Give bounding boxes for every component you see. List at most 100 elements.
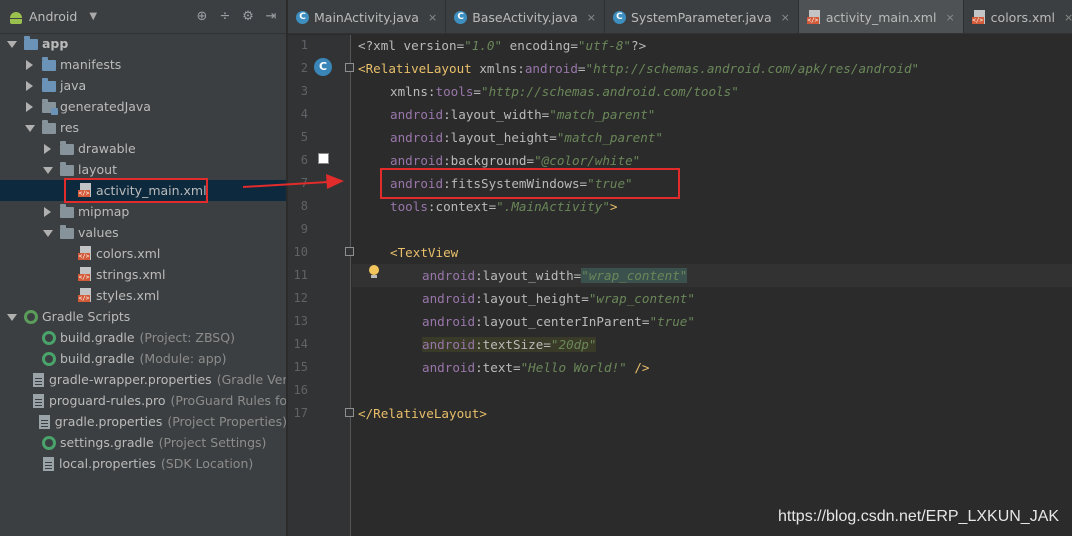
code-token: :context= xyxy=(427,199,497,214)
code-token: android xyxy=(390,153,444,168)
gradle-icon xyxy=(42,330,56,345)
tree-item-label: proguard-rules.pro xyxy=(49,393,166,408)
tree-item[interactable]: java xyxy=(0,75,286,96)
code-token: /> xyxy=(626,360,650,375)
tree-item-label: res xyxy=(60,120,80,135)
tree-item-label: gradle-wrapper.properties xyxy=(49,372,212,387)
code-editor[interactable]: <?xml version="1.0" encoding="utf-8"?> <R… xyxy=(352,35,1072,536)
annotation-box-attribute xyxy=(380,168,680,199)
code-token: "utf-8" xyxy=(577,38,631,53)
code-token: android xyxy=(390,130,444,145)
hide-icon[interactable]: ⇥ xyxy=(264,10,278,24)
project-panel: Android ▼ ⊕ ÷ ⚙ ⇥ app manifests java genera… xyxy=(0,0,287,536)
code-line[interactable]: <?xml version="1.0" encoding="utf-8"?> xyxy=(352,34,646,57)
editor-tab[interactable]: C SystemParameter.java × xyxy=(605,0,799,33)
tree-item-label: build.gradle xyxy=(60,351,135,366)
code-token: "match_parent" xyxy=(556,130,663,145)
editor-tab[interactable]: C MainActivity.java × xyxy=(288,0,447,33)
expand-arrow-down-icon[interactable] xyxy=(24,123,35,133)
tree-item-label: build.gradle xyxy=(60,330,135,345)
code-token: "wrap_content" xyxy=(581,268,688,283)
tree-item[interactable]: res xyxy=(0,117,286,138)
expand-arrow-down-icon[interactable] xyxy=(6,312,17,322)
collapse-icon[interactable]: ÷ xyxy=(218,10,232,24)
tree-item-hint: (Project Properties) xyxy=(167,414,287,429)
code-token: = xyxy=(577,61,586,76)
tree-item[interactable]: settings.gradle (Project Settings) xyxy=(0,432,286,453)
line-number: 17 xyxy=(293,406,308,420)
editor-tab[interactable]: </> activity_main.xml × xyxy=(798,0,964,33)
tree-item[interactable]: generatedJava xyxy=(0,96,286,117)
folder-icon xyxy=(60,225,74,239)
code-line[interactable]: xmlns:tools="http://schemas.android.com/… xyxy=(352,80,739,103)
code-line[interactable]: <TextView xyxy=(352,241,458,264)
tree-item[interactable]: </> styles.xml xyxy=(0,285,286,306)
color-preview-icon[interactable] xyxy=(318,153,329,164)
tree-item[interactable]: gradle-wrapper.properties (Gradle Ver xyxy=(0,369,286,390)
close-tab-icon[interactable]: × xyxy=(1064,11,1072,24)
tree-item[interactable]: mipmap xyxy=(0,201,286,222)
tree-item[interactable]: </> colors.xml xyxy=(0,243,286,264)
tree-item[interactable]: layout xyxy=(0,159,286,180)
tree-item[interactable]: gradle.properties (Project Properties) xyxy=(0,411,287,432)
code-token: </RelativeLayout> xyxy=(358,406,487,421)
code-line[interactable]: android:textSize="20dp" xyxy=(352,333,597,356)
editor-tab[interactable]: C BaseActivity.java × xyxy=(446,0,605,33)
code-line[interactable]: android:layout_width="wrap_content" xyxy=(352,264,1072,287)
target-icon[interactable]: ⊕ xyxy=(195,10,209,24)
tree-item[interactable]: Gradle Scripts xyxy=(0,306,286,327)
tree-item[interactable]: values xyxy=(0,222,286,243)
line-number: 10 xyxy=(293,245,308,259)
code-line[interactable]: <RelativeLayout xmlns:android="http://sc… xyxy=(352,57,919,80)
tree-item[interactable]: app xyxy=(0,33,286,54)
code-token: "20dp" xyxy=(550,337,597,352)
expand-arrow-right-icon[interactable] xyxy=(42,206,52,217)
gear-icon[interactable]: ⚙ xyxy=(241,10,255,24)
tree-item[interactable]: local.properties (SDK Location) xyxy=(0,453,286,474)
line-number: 12 xyxy=(293,291,308,305)
tree-item[interactable]: </> strings.xml xyxy=(0,264,286,285)
expand-arrow-down-icon[interactable] xyxy=(6,39,17,49)
tree-item-label: gradle.properties xyxy=(54,414,163,429)
code-line[interactable]: android:layout_width="match_parent" xyxy=(352,103,655,126)
tree-item[interactable]: drawable xyxy=(0,138,286,159)
code-line[interactable]: </RelativeLayout> xyxy=(352,402,487,425)
code-line[interactable] xyxy=(352,218,390,241)
expand-arrow-down-icon[interactable] xyxy=(42,165,53,175)
close-tab-icon[interactable]: × xyxy=(945,11,954,24)
close-tab-icon[interactable]: × xyxy=(587,11,596,24)
tree-item-label: app xyxy=(42,36,69,51)
project-view-title[interactable]: Android xyxy=(29,9,77,24)
tree-item[interactable]: proguard-rules.pro (ProGuard Rules fo xyxy=(0,390,286,411)
folder-icon xyxy=(60,204,74,218)
tree-item-hint: (SDK Location) xyxy=(160,456,254,471)
expand-arrow-down-icon[interactable] xyxy=(42,228,53,238)
expand-arrow-right-icon[interactable] xyxy=(24,80,34,91)
tree-item-label: Gradle Scripts xyxy=(42,309,131,324)
code-line[interactable]: android:layout_centerInParent="true" xyxy=(352,310,695,333)
tree-item[interactable]: manifests xyxy=(0,54,286,75)
expand-arrow-right-icon[interactable] xyxy=(42,143,52,154)
tree-item[interactable]: build.gradle (Project: ZBSQ) xyxy=(0,327,286,348)
tree-item-label: java xyxy=(60,78,87,93)
code-line[interactable] xyxy=(352,379,358,402)
expand-arrow-right-icon[interactable] xyxy=(24,101,34,112)
code-line[interactable]: android:layout_height="match_parent" xyxy=(352,126,663,149)
source-folder-icon xyxy=(24,36,38,50)
tree-item[interactable]: build.gradle (Module: app) xyxy=(0,348,286,369)
code-token: "wrap_content" xyxy=(588,291,695,306)
class-icon: C xyxy=(454,10,468,24)
editor-tab[interactable]: </> colors.xml × xyxy=(964,0,1072,33)
class-gutter-icon[interactable]: C xyxy=(314,58,332,76)
code-token: = xyxy=(473,84,482,99)
code-token: <?xml version= xyxy=(358,38,465,53)
code-token: :layout_width= xyxy=(443,107,550,122)
code-line[interactable]: android:text="Hello World!" /> xyxy=(352,356,649,379)
expand-arrow-right-icon[interactable] xyxy=(24,59,34,70)
project-view-header[interactable]: Android ▼ ⊕ ÷ ⚙ ⇥ xyxy=(0,0,286,34)
close-tab-icon[interactable]: × xyxy=(781,11,790,24)
code-line[interactable]: android:layout_height="wrap_content" xyxy=(352,287,695,310)
chevron-down-icon[interactable]: ▼ xyxy=(89,11,97,22)
lightbulb-icon[interactable] xyxy=(368,265,380,279)
close-tab-icon[interactable]: × xyxy=(428,11,437,24)
